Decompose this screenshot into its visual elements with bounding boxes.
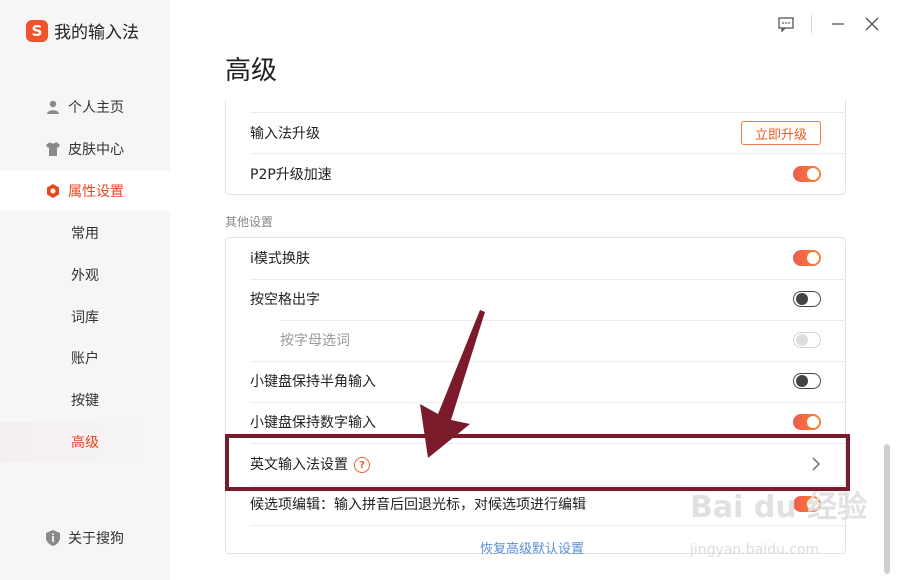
scrollbar-thumb[interactable]: [884, 444, 890, 574]
sidebar-item-label: 个人主页: [68, 100, 124, 116]
shirt-icon: [45, 141, 61, 157]
space-commit-toggle[interactable]: [793, 291, 821, 307]
sidebar-subitem-label: 常用: [71, 226, 99, 242]
page-title: 高级: [225, 56, 278, 86]
settings-row-candidate-edit: 候选项编辑：输入拼音后回退光标，对候选项进行编辑: [226, 484, 845, 524]
titlebar-divider: [811, 15, 812, 33]
close-icon[interactable]: [862, 14, 882, 34]
hexagon-settings-icon: [45, 183, 61, 199]
english-ime-label-group: 英文输入法设置?: [250, 454, 370, 474]
sidebar-subitem-general[interactable]: 常用: [0, 213, 170, 253]
settings-row-numpad-digits: 小键盘保持数字输入: [226, 402, 845, 442]
person-icon: [45, 99, 61, 115]
sidebar-subitem-account[interactable]: 账户: [0, 338, 170, 378]
row-divider: [250, 525, 845, 526]
minimize-icon[interactable]: [828, 14, 848, 34]
setting-label: 英文输入法设置: [250, 457, 348, 473]
sidebar-subitem-label: 账户: [71, 351, 99, 367]
sidebar-item-label: 皮肤中心: [68, 142, 124, 158]
sidebar-subitem-label: 按键: [71, 393, 99, 409]
sidebar-item-label: 属性设置: [68, 184, 124, 200]
setting-label: 输入法升级: [250, 126, 320, 142]
setting-label: 小键盘保持数字输入: [250, 415, 376, 431]
shield-info-icon: [45, 530, 61, 546]
setting-label: P2P升级加速: [250, 167, 332, 183]
sidebar-item-label: 关于搜狗: [68, 531, 124, 547]
restore-defaults-link[interactable]: 恢复高级默认设置: [480, 538, 584, 557]
sidebar-subitem-label: 外观: [71, 268, 99, 284]
sidebar-subitem-keys[interactable]: 按键: [0, 380, 170, 420]
settings-row-letter-select: 按字母选词: [226, 320, 845, 360]
setting-label: 按字母选词: [280, 333, 350, 349]
sidebar-item-skins[interactable]: 皮肤中心: [0, 129, 170, 169]
setting-label: 按空格出字: [250, 292, 320, 308]
settings-row-upgrade: 输入法升级 立即升级: [226, 113, 845, 153]
feedback-icon[interactable]: [776, 14, 796, 34]
settings-row-space-commit: 按空格出字: [226, 279, 845, 319]
app-logo: S 我的输入法: [26, 18, 139, 43]
imode-skin-toggle[interactable]: [793, 250, 821, 266]
upgrade-now-button[interactable]: 立即升级: [741, 121, 821, 145]
sidebar-subitem-label: 词库: [71, 310, 99, 326]
sidebar-subitem-advanced[interactable]: 高级: [0, 422, 170, 462]
sidebar-subitem-appearance[interactable]: 外观: [0, 255, 170, 295]
sidebar: S 我的输入法 个人主页 皮肤中心 属性设置 常用 外观 词库 账户 按键 高级…: [0, 0, 170, 580]
sidebar-item-properties[interactable]: 属性设置: [0, 171, 170, 211]
sogou-logo-icon: S: [26, 19, 48, 42]
settings-row-p2p: P2P升级加速: [226, 154, 845, 194]
settings-row-imode-skin: i模式换肤: [226, 238, 845, 278]
candidate-edit-toggle[interactable]: [793, 496, 821, 512]
sidebar-subitem-label: 高级: [71, 435, 99, 451]
numpad-digits-toggle[interactable]: [793, 414, 821, 430]
sidebar-subitem-dictionary[interactable]: 词库: [0, 297, 170, 337]
settings-row-english-ime[interactable]: 英文输入法设置?: [226, 444, 845, 484]
help-icon[interactable]: ?: [354, 457, 370, 473]
other-settings-card: i模式换肤 按空格出字 按字母选词 小键盘保持半角输入 小键盘保持数字输入 英文…: [225, 237, 846, 554]
upgrade-settings-card: 输入法升级 立即升级 P2P升级加速: [225, 100, 846, 195]
section-label-other: 其他设置: [225, 215, 274, 229]
letter-select-toggle: [793, 332, 821, 348]
setting-label: 小键盘保持半角输入: [250, 374, 376, 390]
sidebar-item-profile[interactable]: 个人主页: [0, 87, 170, 127]
settings-row-numpad-halfwidth: 小键盘保持半角输入: [226, 361, 845, 401]
setting-label: 候选项编辑：输入拼音后回退光标，对候选项进行编辑: [250, 497, 586, 513]
p2p-toggle[interactable]: [793, 166, 821, 182]
sidebar-item-about[interactable]: 关于搜狗: [0, 518, 170, 558]
app-name: 我的输入法: [54, 23, 139, 43]
chevron-right-icon: [812, 457, 820, 471]
numpad-halfwidth-toggle[interactable]: [793, 373, 821, 389]
setting-label: i模式换肤: [250, 251, 310, 267]
